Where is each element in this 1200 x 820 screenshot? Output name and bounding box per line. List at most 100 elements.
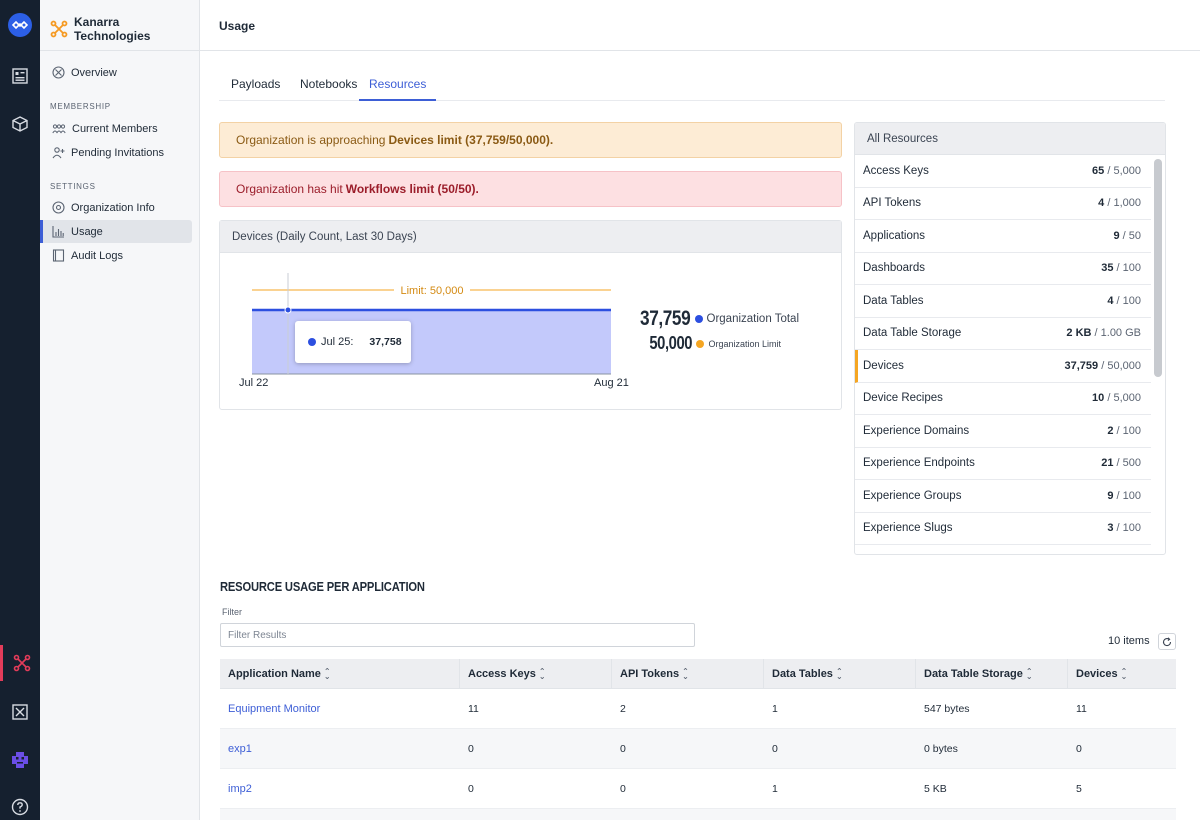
resource-limit: 5,000	[1113, 392, 1141, 405]
dashboards-icon[interactable]	[0, 58, 40, 94]
resource-row[interactable]: API Tokens 4 / 1,000	[855, 188, 1151, 220]
sidebar-item-overview[interactable]: Overview	[40, 61, 192, 84]
resource-usage: 37,759 / 50,000	[1065, 360, 1141, 372]
application-link[interactable]: Equipment Monitor	[228, 703, 320, 715]
user-avatar-icon[interactable]	[0, 742, 40, 778]
app-logo-icon[interactable]	[8, 13, 32, 37]
resource-list-scrollbar[interactable]	[1154, 159, 1162, 377]
table-cell: 1	[772, 782, 778, 795]
resource-row[interactable]: Experience Groups 9 / 100	[855, 480, 1151, 513]
resource-row[interactable]: Access Keys 65 / 5,000	[855, 155, 1151, 188]
resource-usage: 9 / 100	[1107, 490, 1141, 502]
table-row: imp2 0 0 1 5 KB 5	[220, 769, 1176, 809]
resource-name: Devices	[863, 359, 904, 372]
sandbox-icon[interactable]	[0, 694, 40, 730]
legend-total-value: 37,759	[640, 307, 691, 330]
table-row: Equipment Monitor 11 2 1 547 bytes 11	[220, 689, 1176, 729]
resource-name: Data Table Storage	[863, 327, 962, 340]
column-header[interactable]: Application Name ⌃ ⌄	[220, 659, 460, 688]
resource-row[interactable]: Experience Domains 2 / 100	[855, 415, 1151, 448]
settings-heading: SETTINGS	[50, 182, 96, 191]
column-header[interactable]: Data Table Storage ⌃ ⌄	[916, 659, 1068, 688]
package-icon[interactable]	[0, 106, 40, 142]
table-cell: 11	[468, 702, 479, 715]
organization-icon[interactable]	[0, 645, 40, 681]
app-usage-table: Application Name ⌃ ⌄ Access Keys ⌃ ⌄ API Token…	[220, 659, 1176, 820]
sidebar-item-current-members[interactable]: Current Members	[40, 117, 192, 140]
devices-chart-card: Devices (Daily Count, Last 30 Days) Limi…	[219, 220, 842, 410]
resource-limit: 100	[1122, 522, 1141, 535]
resource-row[interactable]: Device Recipes 10 / 5,000	[855, 383, 1151, 415]
resource-limit: 500	[1122, 457, 1141, 470]
sidebar-item-pending-invitations[interactable]: Pending Invitations	[40, 141, 192, 164]
resource-row[interactable]: Data Table Storage 2 KB / 1.00 GB	[855, 318, 1151, 350]
table-row: exp1 0 0 0 0 bytes 0	[220, 729, 1176, 769]
resource-limit: 1.00 GB	[1100, 327, 1141, 340]
page-header: Usage	[200, 0, 1200, 51]
error-alert-text: Organization has hit	[236, 182, 343, 196]
help-icon[interactable]	[0, 789, 40, 820]
resource-row[interactable]: Applications 9 / 50	[855, 220, 1151, 253]
sidebar-item-audit-logs[interactable]: Audit Logs	[40, 244, 192, 267]
resource-name: Dashboards	[863, 262, 926, 275]
overview-icon	[52, 66, 65, 79]
resource-used: 65	[1092, 164, 1105, 177]
column-header[interactable]: Data Tables ⌃ ⌄	[764, 659, 916, 688]
org-switcher[interactable]: Kanarra Technologies	[50, 15, 199, 43]
sidebar-item-label: Audit Logs	[71, 249, 123, 262]
tooltip-point	[284, 306, 292, 314]
table-cell: exp1	[220, 729, 460, 768]
sidebar-divider	[40, 50, 200, 51]
resource-limit: 100	[1122, 489, 1141, 502]
resource-row[interactable]: Devices 37,759 / 50,000	[855, 350, 1151, 383]
tab-payloads[interactable]: Payloads	[231, 77, 280, 101]
resource-limit: 100	[1122, 262, 1141, 275]
bar-chart-icon	[52, 226, 64, 238]
resource-slash: /	[1113, 522, 1123, 535]
resource-slash: /	[1113, 424, 1123, 437]
table-cell: 0	[620, 782, 626, 795]
x-tick-start: Jul 22	[239, 377, 269, 389]
app-usage-title: RESOURCE USAGE PER APPLICATION	[220, 579, 425, 594]
resource-used: 21	[1101, 457, 1114, 470]
resource-used: 35	[1101, 262, 1114, 275]
resource-row[interactable]: Experience Endpoints 21 / 500	[855, 448, 1151, 480]
legend-limit-label: Organization Limit	[708, 338, 781, 349]
resource-usage: 35 / 100	[1101, 262, 1141, 274]
filter-input[interactable]	[220, 623, 695, 647]
usage-tabs: Payloads Notebooks Resources	[219, 64, 1165, 101]
resource-row[interactable]: Dashboards 35 / 100	[855, 253, 1151, 285]
resource-row[interactable]: Experience Slugs 3 / 100	[855, 513, 1151, 545]
application-link[interactable]: exp1	[228, 743, 252, 755]
all-resources-title: All Resources	[855, 123, 1165, 155]
tab-resources[interactable]: Resources	[359, 77, 437, 101]
legend-limit-dot	[696, 339, 705, 348]
refresh-button[interactable]	[1158, 633, 1176, 650]
table-cell: 0	[1076, 742, 1082, 755]
resource-limit: 50,000	[1107, 359, 1141, 372]
column-header[interactable]: Access Keys ⌃ ⌄	[460, 659, 612, 688]
chart-tooltip: Jul 25: 37,758	[295, 321, 411, 363]
resource-limit: 100	[1122, 424, 1141, 437]
column-header[interactable]: API Tokens ⌃ ⌄	[612, 659, 764, 688]
table-cell: 1	[772, 702, 778, 715]
icon-rail	[0, 0, 40, 820]
tab-notebooks[interactable]: Notebooks	[300, 77, 357, 101]
sort-icon: ⌃ ⌄	[1120, 666, 1128, 681]
sidebar-item-label: Organization Info	[71, 201, 155, 214]
table-cell: 5	[1076, 782, 1082, 795]
column-header[interactable]: Devices ⌃ ⌄	[1068, 659, 1176, 688]
book-icon	[52, 249, 65, 262]
page-title: Usage	[219, 19, 256, 33]
membership-heading: MEMBERSHIP	[50, 102, 111, 111]
add-user-icon	[52, 147, 65, 159]
tooltip-value: 37,758	[369, 336, 402, 348]
table-cell: 0	[468, 782, 474, 795]
resource-name: Data Tables	[863, 294, 924, 307]
resource-row[interactable]: Data Tables 4 / 100	[855, 285, 1151, 318]
application-link[interactable]: imp2	[228, 783, 252, 795]
sidebar-item-organization-info[interactable]: Organization Info	[40, 196, 192, 219]
sidebar-item-usage[interactable]: Usage	[40, 220, 192, 243]
warning-alert-limit: Devices limit (37,759/50,000).	[388, 133, 554, 147]
column-header-label: API Tokens	[620, 667, 680, 680]
